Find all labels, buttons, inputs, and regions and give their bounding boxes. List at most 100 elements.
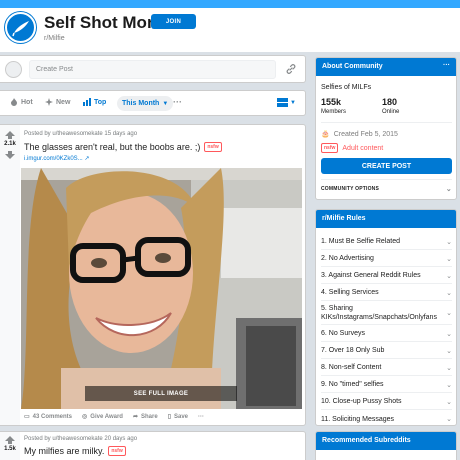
sort-more-button[interactable]: ··· <box>173 97 182 107</box>
chevron-down-icon: ⌄ <box>446 289 452 297</box>
vote-count: 1.5k <box>4 446 16 452</box>
rule-item[interactable]: 7. Over 18 Only Sub ⌄ <box>321 343 452 359</box>
subreddit-banner <box>0 0 460 8</box>
save-icon: ▯ <box>167 414 171 420</box>
post-meta-text: Posted by u/theawesomekate 20 days ago <box>24 436 138 442</box>
rule-text: 10. Close-up Pussy Shots <box>321 398 402 405</box>
comments-label: 43 Comments <box>32 413 73 420</box>
post-card[interactable]: 2.1k Posted by u/theawesomekate 15 days … <box>0 124 306 426</box>
sort-hot[interactable]: Hot <box>10 98 33 106</box>
rule-item[interactable]: 9. No "timed" selfies ⌄ <box>321 377 452 393</box>
save-button[interactable]: ▯ Save <box>167 413 189 421</box>
nsfw-badge: nsfw <box>204 142 222 152</box>
post-title[interactable]: My milfies are milky. <box>24 446 104 456</box>
post-meta-text: Posted by u/theawesomekate 15 days ago <box>24 131 138 137</box>
cake-icon: 🎂 <box>321 131 330 138</box>
post-title[interactable]: The glasses aren't real, but the boobs a… <box>24 142 200 152</box>
save-label: Save <box>174 413 189 420</box>
rule-text: 8. Non-self Content <box>321 364 382 371</box>
create-post-bar: Create Post <box>0 55 306 83</box>
view-toggle[interactable]: ▼ <box>277 98 296 107</box>
upvote-icon[interactable] <box>5 131 15 139</box>
rule-item[interactable]: 11. Soliciting Messages ⌄ <box>321 411 452 425</box>
post-meta: Posted by u/theawesomekate 15 days ago <box>24 131 137 137</box>
rule-text: 9. No "timed" selfies <box>321 381 384 388</box>
adult-content-label: Adult content <box>342 144 384 152</box>
share-button[interactable]: ➦ Share <box>132 413 158 421</box>
sort-new-label: New <box>56 98 71 106</box>
link-icon[interactable] <box>285 63 297 75</box>
members-count: 155k <box>321 97 342 107</box>
comments-button[interactable]: ▭ 43 Comments <box>24 413 73 421</box>
post-title-row[interactable]: My milfies are milky. nsfw <box>24 446 126 456</box>
sort-bar: Hot New Top This Month ▼ ··· ▼ <box>0 90 306 116</box>
about-more-button[interactable]: ··· <box>443 62 450 69</box>
rule-item[interactable]: 10. Close-up Pussy Shots ⌄ <box>321 394 452 410</box>
rules-header-title: r/Milfie Rules <box>322 215 366 222</box>
share-label: Share <box>141 413 158 420</box>
post-link[interactable]: i.imgur.com/0KZk0S... ↗ <box>24 155 89 162</box>
avatar[interactable] <box>5 61 22 78</box>
community-options-toggle[interactable]: COMMUNITY OPTIONS ⌄ <box>321 185 452 193</box>
rule-text: 7. Over 18 Only Sub <box>321 347 385 354</box>
chevron-down-icon: ⌄ <box>446 398 452 406</box>
hot-icon <box>11 98 17 106</box>
chevron-down-icon: ⌄ <box>446 347 452 355</box>
rule-item[interactable]: 6. No Surveys ⌄ <box>321 326 452 342</box>
time-filter-dropdown[interactable]: This Month ▼ <box>117 96 174 111</box>
give-award-button[interactable]: ◎ Give Award <box>82 413 123 421</box>
rule-text: 2. No Advertising <box>321 255 374 262</box>
subreddit-name: r/Milfie <box>44 35 65 42</box>
post-card[interactable]: 1.5k Posted by u/theawesomekate 20 days … <box>0 431 306 460</box>
nsfw-badge: nsfw <box>108 446 126 456</box>
see-full-image-button[interactable]: SEE FULL IMAGE <box>85 386 237 401</box>
card-view-icon <box>277 98 288 107</box>
sort-top-label: Top <box>94 98 107 106</box>
sort-top[interactable]: Top <box>83 98 106 106</box>
recommended-header-title: Recommended Subreddits <box>322 437 411 444</box>
community-options-label: COMMUNITY OPTIONS <box>321 186 380 192</box>
sort-new[interactable]: New <box>45 98 70 106</box>
post-more-button[interactable]: ··· <box>198 413 204 420</box>
rule-text: 6. No Surveys <box>321 330 365 337</box>
share-icon: ➦ <box>132 414 138 420</box>
chevron-down-icon: ⌄ <box>446 238 452 246</box>
time-filter-label: This Month <box>122 100 160 107</box>
members-label: Members <box>321 109 347 115</box>
online-count: 180 <box>382 97 398 107</box>
rule-text: 3. Against General Reddit Rules <box>321 272 421 279</box>
create-post-button[interactable]: CREATE POST <box>321 158 452 174</box>
post-meta: Posted by u/theawesomekate 20 days ago <box>24 436 137 442</box>
about-header: About Community ··· <box>316 58 456 76</box>
downvote-icon[interactable] <box>5 151 15 159</box>
vote-count: 2.1k <box>4 141 16 147</box>
created-date: 🎂 Created Feb 5, 2015 <box>321 130 398 139</box>
created-date-text: Created Feb 5, 2015 <box>333 130 398 138</box>
post-image[interactable] <box>21 168 302 409</box>
rule-item[interactable]: 4. Selling Services ⌄ <box>321 285 452 301</box>
chevron-down-icon: ⌄ <box>446 381 452 389</box>
chevron-down-icon: ▼ <box>162 100 169 107</box>
vote-column: 1.5k <box>0 432 20 460</box>
join-button[interactable]: JOIN <box>151 14 196 29</box>
chevron-down-icon: ⌄ <box>446 309 452 317</box>
divider <box>321 122 452 123</box>
post-link-text[interactable]: i.imgur.com/0KZk0S... <box>24 156 83 162</box>
rules-card: r/Milfie Rules 1. Must Be Selfie Related… <box>315 209 457 426</box>
create-post-input[interactable]: Create Post <box>29 60 276 79</box>
post-actions: ▭ 43 Comments ◎ Give Award ➦ Share ▯ Save ··… <box>24 413 204 421</box>
chevron-down-icon: ▼ <box>290 99 296 106</box>
chevron-down-icon: ⌄ <box>446 416 452 423</box>
rules-header: r/Milfie Rules <box>316 210 456 228</box>
chevron-down-icon: ⌄ <box>445 186 452 193</box>
post-title-row[interactable]: The glasses aren't real, but the boobs a… <box>24 142 222 152</box>
rule-item[interactable]: 8. Non-self Content ⌄ <box>321 360 452 376</box>
about-community-card: About Community ··· Selfies of MILFs 155… <box>315 57 457 200</box>
rule-item[interactable]: 5. Sharing KIKs/Instagrams/Snapchats/Onl… <box>321 302 452 325</box>
rule-item[interactable]: 3. Against General Reddit Rules ⌄ <box>321 268 452 284</box>
online-label: Online <box>382 109 400 115</box>
rule-item[interactable]: 1. Must Be Selfie Related ⌄ <box>321 234 452 250</box>
rule-item[interactable]: 2. No Advertising ⌄ <box>321 251 452 267</box>
upvote-icon[interactable] <box>5 436 15 444</box>
sort-hot-label: Hot <box>21 98 33 106</box>
